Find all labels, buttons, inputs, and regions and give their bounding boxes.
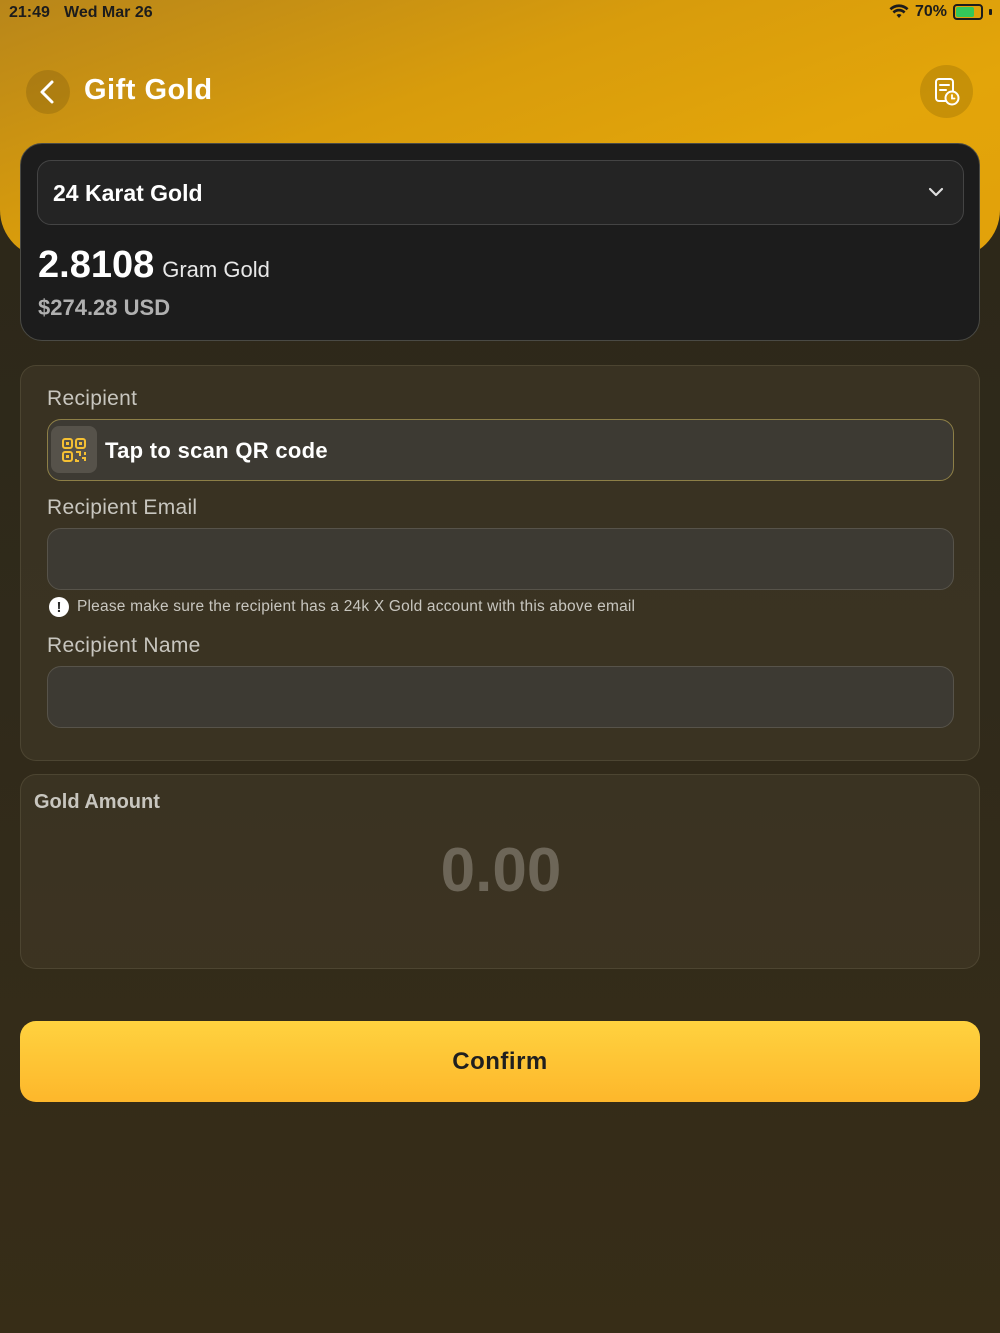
battery-icon — [953, 4, 983, 20]
scan-qr-button[interactable]: Tap to scan QR code — [47, 419, 954, 481]
recipient-email-label: Recipient Email — [47, 496, 198, 519]
recipient-label: Recipient — [47, 387, 138, 410]
history-button[interactable] — [920, 65, 973, 118]
gold-balance-unit: Gram Gold — [162, 257, 270, 282]
status-date: Wed Mar 26 — [64, 4, 153, 21]
status-bar: 21:49 Wed Mar 26 70% — [0, 0, 1000, 28]
battery-percent: 70% — [914, 3, 947, 20]
recipient-name-field-container — [47, 666, 954, 728]
battery-tip — [989, 9, 992, 15]
chevron-left-icon — [40, 80, 54, 104]
gold-amount-value[interactable]: 0.00 — [21, 835, 981, 906]
recipient-card: Recipient Tap to scan QR code Recipient … — [20, 365, 980, 761]
alert-icon: ! — [49, 597, 69, 617]
confirm-label: Confirm — [452, 1047, 548, 1075]
recipient-name-field[interactable] — [48, 667, 953, 727]
gold-balance-value: 2.8108 — [38, 244, 155, 286]
status-indicators: 70% — [889, 3, 992, 21]
wifi-icon — [889, 4, 909, 18]
email-notice: ! Please make sure the recipient has a 2… — [49, 597, 635, 617]
qr-code-icon — [62, 437, 86, 462]
receipt-history-icon — [934, 77, 959, 105]
gold-amount-card[interactable]: Gold Amount 0.00 — [20, 774, 980, 969]
status-time: 21:49 — [9, 4, 50, 21]
recipient-name-label: Recipient Name — [47, 634, 201, 657]
recipient-email-field[interactable] — [48, 529, 953, 589]
confirm-button[interactable]: Confirm — [20, 1021, 980, 1102]
recipient-email-field-container — [47, 528, 954, 590]
page-title: Gift Gold — [84, 74, 213, 106]
usd-balance: $274.28 USD — [38, 295, 171, 320]
gold-balance: 2.8108 Gram Gold — [38, 244, 270, 287]
karat-dropdown[interactable]: 24 Karat Gold — [37, 160, 964, 225]
karat-selected-label: 24 Karat Gold — [53, 180, 203, 206]
email-notice-text: Please make sure the recipient has a 24k… — [77, 598, 636, 615]
balance-card: 24 Karat Gold 2.8108 Gram Gold $274.28 U… — [20, 143, 980, 341]
scan-qr-label: Tap to scan QR code — [105, 438, 328, 463]
gold-amount-label: Gold Amount — [34, 791, 160, 813]
back-button[interactable] — [26, 70, 70, 114]
chevron-down-icon — [928, 187, 944, 197]
qr-icon-container — [51, 426, 97, 473]
page-header: Gift Gold — [0, 62, 1000, 122]
